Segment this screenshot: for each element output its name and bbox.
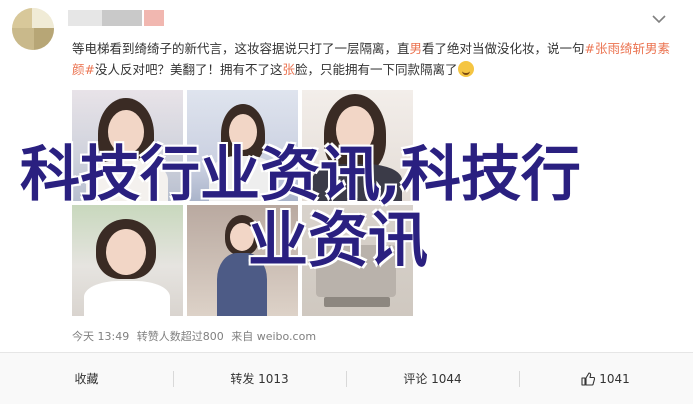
repost-label: 转发 1013	[230, 372, 289, 386]
favorite-button[interactable]: 收藏	[0, 353, 173, 404]
weibo-post-card: 等电梯看到绮绮子的新代言，这妆容据说只打了一层隔离，直男看了绝对当做没化妆，说一…	[0, 0, 693, 404]
post-time[interactable]: 今天 13:49	[72, 330, 129, 343]
post-text: 等电梯看到绮绮子的新代言，这妆容据说只打了一层隔离，直男看了绝对当做没化妆，说一…	[72, 38, 680, 80]
comment-label: 评论 1044	[403, 372, 462, 386]
post-text-segment: 脸，只能拥有一下同款隔离了	[295, 62, 458, 77]
like-button[interactable]: 1041	[519, 353, 692, 404]
username-blurred[interactable]	[144, 10, 164, 26]
username-blurred[interactable]	[102, 10, 142, 26]
avatar-tile	[32, 8, 54, 28]
highlight-text: 张	[282, 62, 296, 77]
post-text-segment: 没人反对吧？美翻了！拥有不了这	[94, 62, 283, 77]
favorite-label: 收藏	[74, 372, 99, 386]
photo-thumbnail[interactable]	[72, 205, 183, 316]
username-blurred[interactable]	[68, 10, 102, 26]
action-bar: 收藏 转发 1013 评论 1044 1041	[0, 353, 693, 404]
highlight-text: 男	[409, 41, 423, 56]
avatar-tile	[12, 8, 32, 28]
like-summary: 转赞人数超过800	[136, 330, 224, 343]
laughing-emoji-icon	[457, 61, 474, 77]
chevron-down-icon[interactable]	[652, 14, 666, 24]
avatar-tile	[34, 28, 54, 50]
avatar-tile	[12, 28, 34, 50]
post-meta: 今天 13:49 转赞人数超过800 来自 weibo.com	[72, 328, 320, 344]
avatar[interactable]	[12, 8, 54, 50]
overlay-line-2: 业资讯	[248, 206, 428, 276]
repost-button[interactable]: 转发 1013	[173, 353, 346, 404]
post-text-segment: 等电梯看到绮绮子的新代言，这妆容据说只打了一层隔离，直	[72, 41, 410, 56]
comment-button[interactable]: 评论 1044	[346, 353, 519, 404]
like-count: 1041	[599, 371, 630, 386]
thumbs-up-icon	[581, 371, 596, 386]
post-source[interactable]: 来自 weibo.com	[231, 330, 316, 343]
overlay-line-1: 科技行业资讯,科技行	[20, 140, 581, 210]
post-text-segment: 看了绝对当做没化妆，说一句	[422, 41, 585, 56]
